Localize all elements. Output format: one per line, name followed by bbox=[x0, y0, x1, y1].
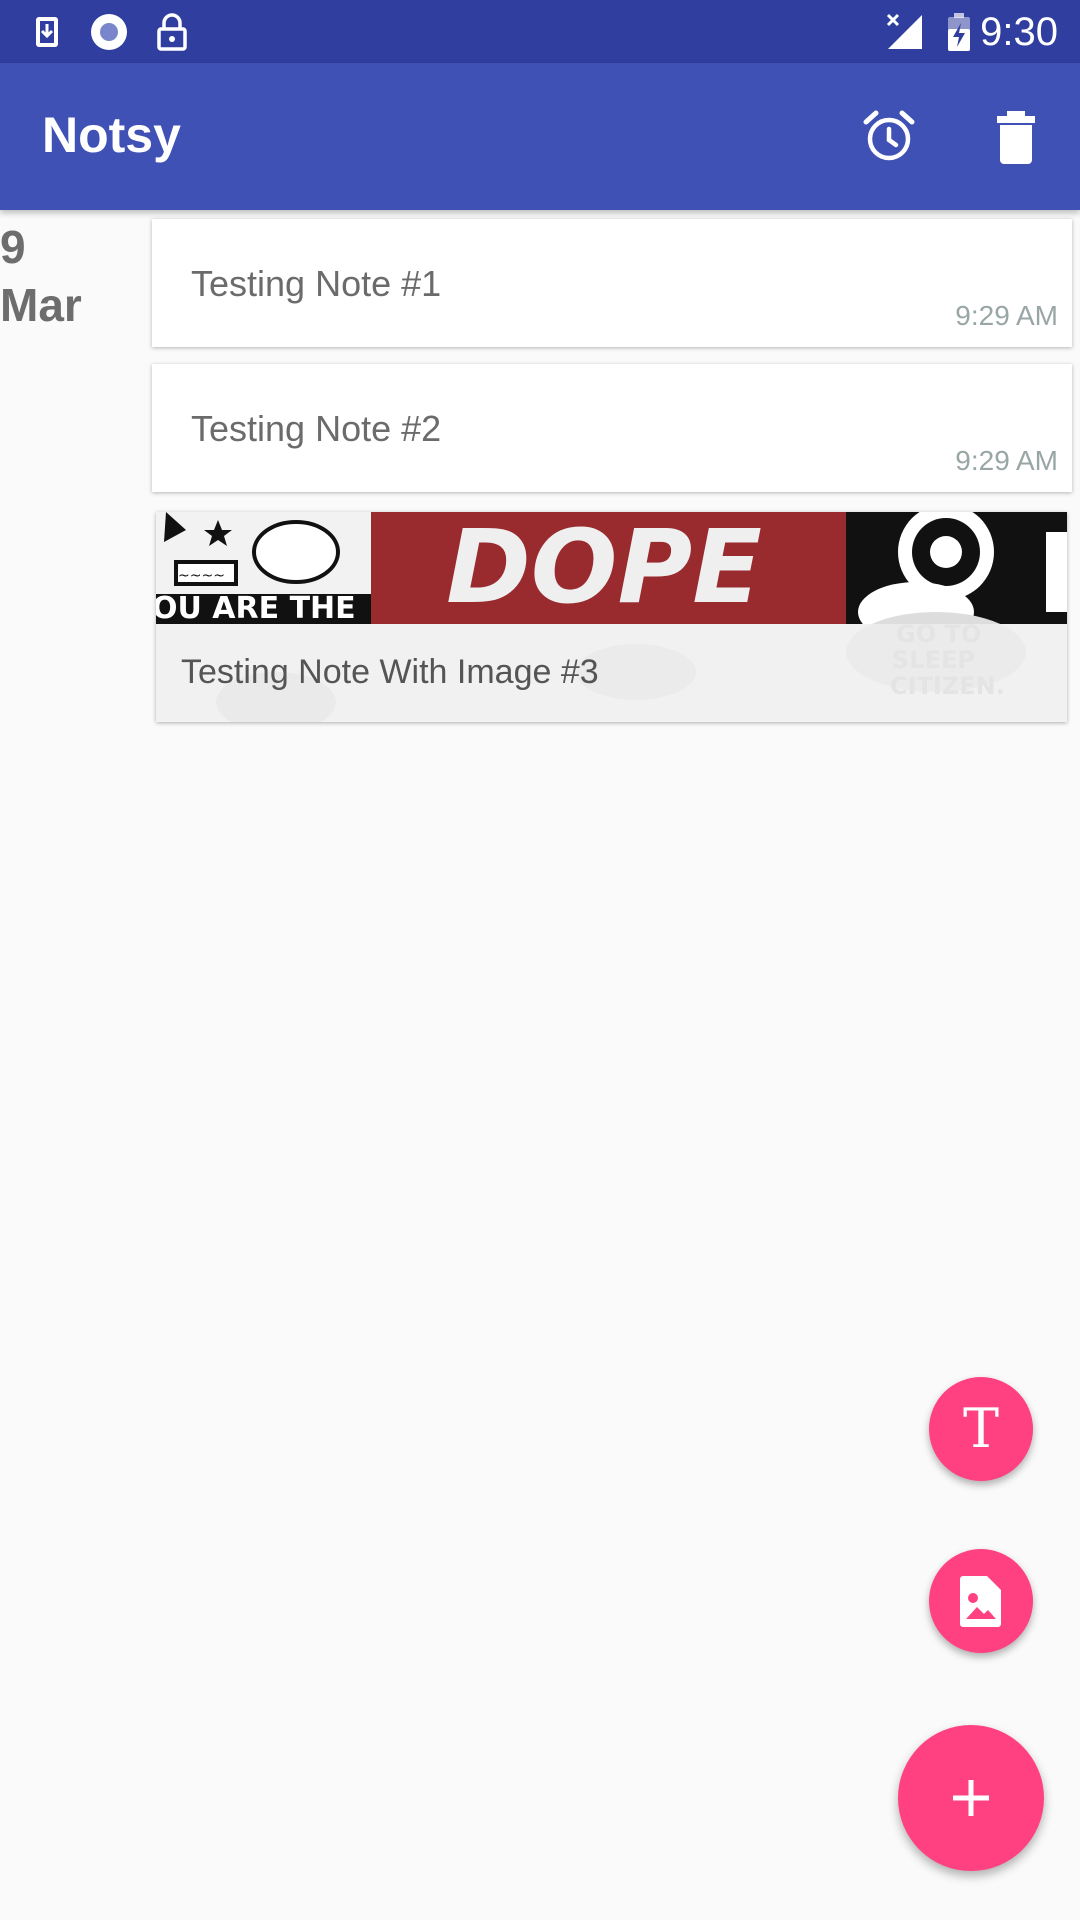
note-card[interactable]: Testing Note #1 9:29 AM bbox=[152, 219, 1072, 347]
download-icon bbox=[36, 17, 58, 47]
status-bar: 9:30 bbox=[0, 0, 1080, 63]
date-header: 9 Mar bbox=[0, 218, 140, 334]
note-time: 9:29 AM bbox=[955, 445, 1058, 476]
note-title: Testing Note #1 bbox=[191, 263, 442, 304]
lock-icon bbox=[157, 13, 187, 51]
note-time: 9:29 AM bbox=[955, 300, 1058, 331]
record-icon bbox=[91, 14, 127, 50]
image-brand-text: DOPE bbox=[446, 512, 762, 627]
plus-icon bbox=[953, 1780, 989, 1816]
note-title: Testing Note #2 bbox=[191, 408, 442, 449]
add-text-note-button[interactable]: T bbox=[929, 1377, 1033, 1481]
add-button[interactable] bbox=[898, 1725, 1044, 1871]
delete-icon bbox=[997, 111, 1035, 164]
app-bar: Notsy bbox=[0, 63, 1080, 210]
delete-button[interactable] bbox=[980, 101, 1052, 173]
date-day: 9 bbox=[0, 221, 26, 273]
note-card[interactable]: Testing Note #2 9:29 AM bbox=[152, 364, 1072, 492]
image-note-icon bbox=[960, 1576, 1001, 1627]
battery-charging-icon bbox=[948, 13, 970, 51]
reminder-button[interactable] bbox=[853, 101, 925, 173]
svg-text:~~~~: ~~~~ bbox=[178, 568, 225, 584]
note-title: Testing Note With Image #3 bbox=[181, 653, 599, 691]
text-note-icon: T bbox=[962, 1397, 1000, 1460]
date-month: Mar bbox=[0, 279, 82, 331]
alarm-icon bbox=[863, 110, 915, 161]
signal-icon bbox=[886, 13, 922, 49]
svg-text:OU ARE THE: OU ARE THE bbox=[156, 591, 356, 626]
app-title: Notsy bbox=[42, 107, 181, 163]
add-image-note-button[interactable] bbox=[929, 1549, 1033, 1653]
clock: 9:30 bbox=[980, 10, 1058, 54]
image-note-card[interactable]: ~~~~ OU ARE THE DOPE GO TO SLEEP CITIZEN… bbox=[156, 512, 1067, 722]
